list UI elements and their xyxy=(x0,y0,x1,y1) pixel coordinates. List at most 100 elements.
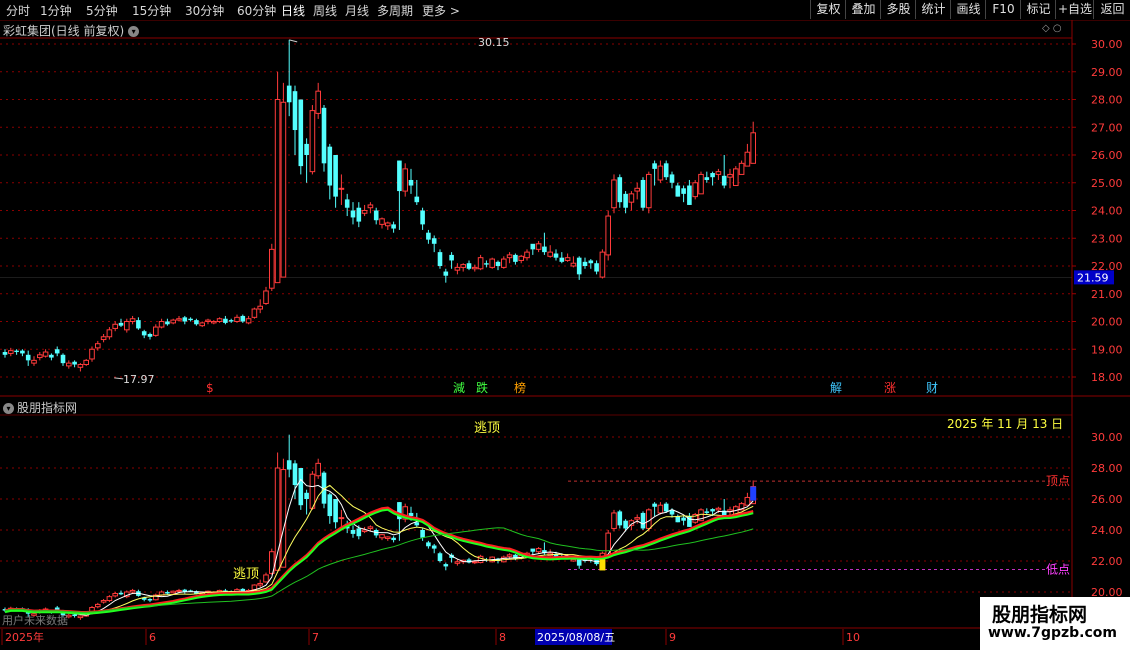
main-candle-body xyxy=(431,238,437,244)
main-candle-body xyxy=(274,99,281,284)
main-candle-body xyxy=(251,308,258,318)
main-candle-body xyxy=(136,320,141,329)
indicator-candle-body xyxy=(431,545,437,549)
indicator-candle-body xyxy=(744,496,751,506)
main-candle-body xyxy=(106,329,113,338)
main-candle-body xyxy=(437,252,443,266)
main-candle-body xyxy=(124,321,130,331)
indicator-candle-body xyxy=(704,511,710,513)
main-candle-body xyxy=(530,243,536,250)
price-tick-label: 21.00 xyxy=(1091,288,1123,301)
high-pointer xyxy=(289,39,298,43)
main-candle-body xyxy=(240,315,246,322)
low-pointer xyxy=(114,377,124,380)
main-candle-body xyxy=(42,351,49,357)
main-candle-body xyxy=(100,336,107,341)
main-candle-body xyxy=(263,290,269,304)
main-candle-body xyxy=(188,318,193,321)
main-candle-body xyxy=(634,187,641,192)
main-candle-body xyxy=(182,317,188,322)
main-candle-body xyxy=(559,257,565,262)
current-price-label: 21.59 xyxy=(1077,271,1109,284)
main-candle-body xyxy=(2,352,8,355)
main-candle-body xyxy=(89,348,95,360)
indicator-candle-body xyxy=(535,548,542,553)
indicator-candle-body xyxy=(652,503,657,507)
main-candle-body xyxy=(199,322,205,327)
high-label: 30.15 xyxy=(478,36,510,49)
main-candle-body xyxy=(594,263,599,272)
indicator-candle-body xyxy=(106,596,113,602)
main-candle-body xyxy=(194,320,199,325)
indicator-tick-label: 28.00 xyxy=(1091,462,1123,475)
main-candle-body xyxy=(385,222,391,227)
main-candle-body xyxy=(25,354,31,361)
indicator-candle-body xyxy=(356,528,362,537)
indicator-candle-body xyxy=(95,603,101,608)
main-candle-body xyxy=(513,254,518,262)
main-candle-body xyxy=(66,362,72,367)
main-candle-body xyxy=(721,175,727,186)
main-candle-body xyxy=(367,204,374,209)
signal-marker: 解 xyxy=(830,381,842,395)
indicator-candle-body xyxy=(657,504,664,514)
main-candle-body xyxy=(118,322,124,326)
indicator-candle-body xyxy=(333,499,338,523)
indicator-candle-body xyxy=(681,517,686,521)
low-label: 17.97 xyxy=(123,373,155,386)
main-candle-body xyxy=(657,165,664,181)
main-candle-body xyxy=(611,179,617,209)
price-tick-label: 28.00 xyxy=(1091,94,1123,107)
indicator-candle-body xyxy=(367,526,374,529)
price-tick-label: 26.00 xyxy=(1091,149,1123,162)
indicator-candle-body xyxy=(170,590,176,594)
main-candle-body xyxy=(228,320,234,322)
main-candle-body xyxy=(484,263,489,265)
main-candle-body xyxy=(408,179,414,186)
main-candle-body xyxy=(72,361,77,365)
main-candle-body xyxy=(576,257,582,275)
main-candle-body xyxy=(681,188,686,194)
indicator-candle-body xyxy=(165,592,170,594)
main-candle-body xyxy=(170,319,176,324)
overlay-text: 用户未来数据 xyxy=(2,613,68,627)
signal-marker: 榜 xyxy=(514,380,526,395)
main-candle-body xyxy=(147,333,153,337)
price-tick-label: 24.00 xyxy=(1091,205,1123,218)
indicator-tick-label: 24.00 xyxy=(1091,524,1123,537)
indicator-candle-body xyxy=(263,574,269,583)
main-candle-body xyxy=(506,254,513,259)
kline-chart[interactable]: 30.00 29.00 28.00 27.00 26.00 25.00 24.00 23.00… xyxy=(0,0,1130,650)
main-candle-body xyxy=(733,168,739,187)
date-tick-label: 9 xyxy=(669,631,676,644)
main-candle-body xyxy=(727,173,733,178)
price-tick-label: 25.00 xyxy=(1091,177,1123,190)
main-candle-body xyxy=(223,318,228,323)
indicator-candle-body xyxy=(274,467,281,571)
main-candle-body xyxy=(165,321,170,325)
main-candle-body xyxy=(547,251,554,257)
main-candle-body xyxy=(20,350,25,354)
main-candle-body xyxy=(663,163,669,178)
indicator-candle-body xyxy=(112,593,119,597)
indicator-candle-body xyxy=(298,468,304,506)
main-candle-body xyxy=(37,354,43,359)
main-candle-body xyxy=(234,316,240,322)
signal-marker: 跌 xyxy=(476,380,488,395)
main-candle-body xyxy=(31,359,37,364)
main-candle-body xyxy=(158,321,165,328)
main-candle-body xyxy=(570,262,577,267)
main-candle-body xyxy=(298,99,304,167)
main-candle-body xyxy=(710,173,715,178)
indicator-candle-body xyxy=(530,548,536,552)
main-candle-body xyxy=(472,266,478,270)
main-candle-body xyxy=(54,349,60,354)
indicator-candle-body xyxy=(176,589,182,592)
main-candle-body xyxy=(744,151,751,167)
indicator-tick-label: 26.00 xyxy=(1091,493,1123,506)
main-candle-body xyxy=(373,210,379,221)
price-tick-label: 29.00 xyxy=(1091,66,1123,79)
signal-marker: 财 xyxy=(926,381,938,395)
indicator-candle-body xyxy=(379,534,385,539)
indicator-candle-body xyxy=(414,522,420,526)
